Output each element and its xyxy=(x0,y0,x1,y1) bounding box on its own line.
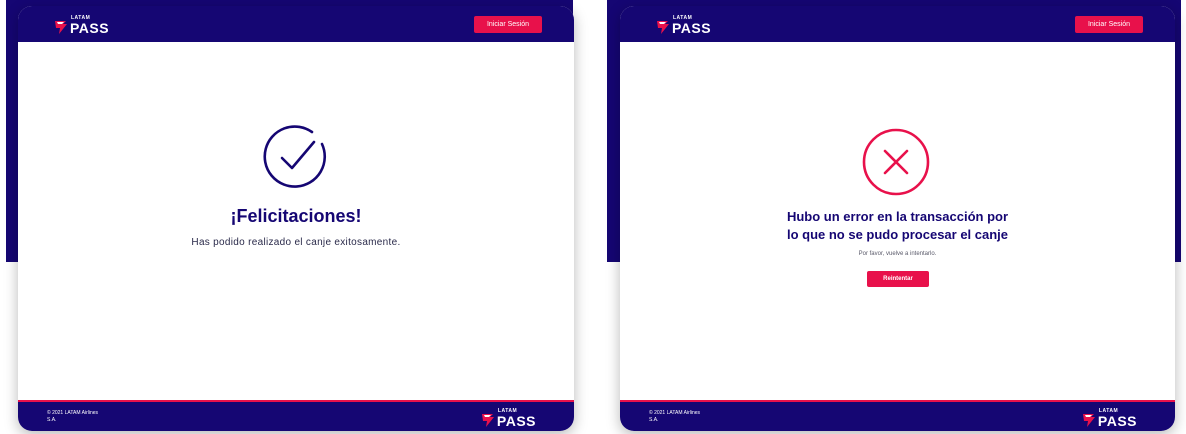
error-message: Por favor, vuelve a intentarlo. xyxy=(858,251,937,257)
header-logo[interactable]: LATAM PASS xyxy=(656,16,711,35)
retry-button[interactable]: Reintentar xyxy=(867,271,929,287)
success-screen: LATAM PASS Iniciar Sesión ¡Felicitacione… xyxy=(18,6,574,431)
success-message: Has podido realizado el canje exitosamen… xyxy=(191,237,401,248)
check-circle-icon xyxy=(263,125,327,188)
copyright: © 2021 LATAM Airlines S.A. xyxy=(649,410,701,423)
success-title: ¡Felicitaciones! xyxy=(230,206,362,226)
latam-flag-icon xyxy=(1082,414,1095,427)
header-logo[interactable]: LATAM PASS xyxy=(54,16,109,35)
footer-logo[interactable]: LATAM PASS xyxy=(481,409,536,428)
footer: © 2021 LATAM Airlines S.A. LATAM PASS xyxy=(18,400,574,431)
logo-big-text: PASS xyxy=(1097,413,1137,429)
latam-flag-icon xyxy=(657,21,669,34)
login-button[interactable]: Iniciar Sesión xyxy=(1075,16,1143,33)
x-circle-icon xyxy=(862,128,930,196)
header: LATAM PASS Iniciar Sesión xyxy=(620,6,1175,42)
copyright: © 2021 LATAM Airlines S.A. xyxy=(47,410,99,423)
latam-flag-icon xyxy=(481,414,494,427)
footer-logo[interactable]: LATAM PASS xyxy=(1082,409,1137,428)
logo-big-text: PASS xyxy=(672,20,712,36)
logo-big-text: PASS xyxy=(496,413,536,429)
footer: © 2021 LATAM Airlines S.A. LATAM PASS xyxy=(620,400,1175,431)
error-screen: LATAM PASS Iniciar Sesión Hubo un error … xyxy=(620,6,1175,431)
header: LATAM PASS Iniciar Sesión xyxy=(18,6,574,42)
login-button[interactable]: Iniciar Sesión xyxy=(474,16,542,33)
latam-flag-icon xyxy=(55,21,67,34)
logo-big-text: PASS xyxy=(70,20,110,36)
error-title: Hubo un error en la transacción por lo q… xyxy=(786,209,1009,242)
